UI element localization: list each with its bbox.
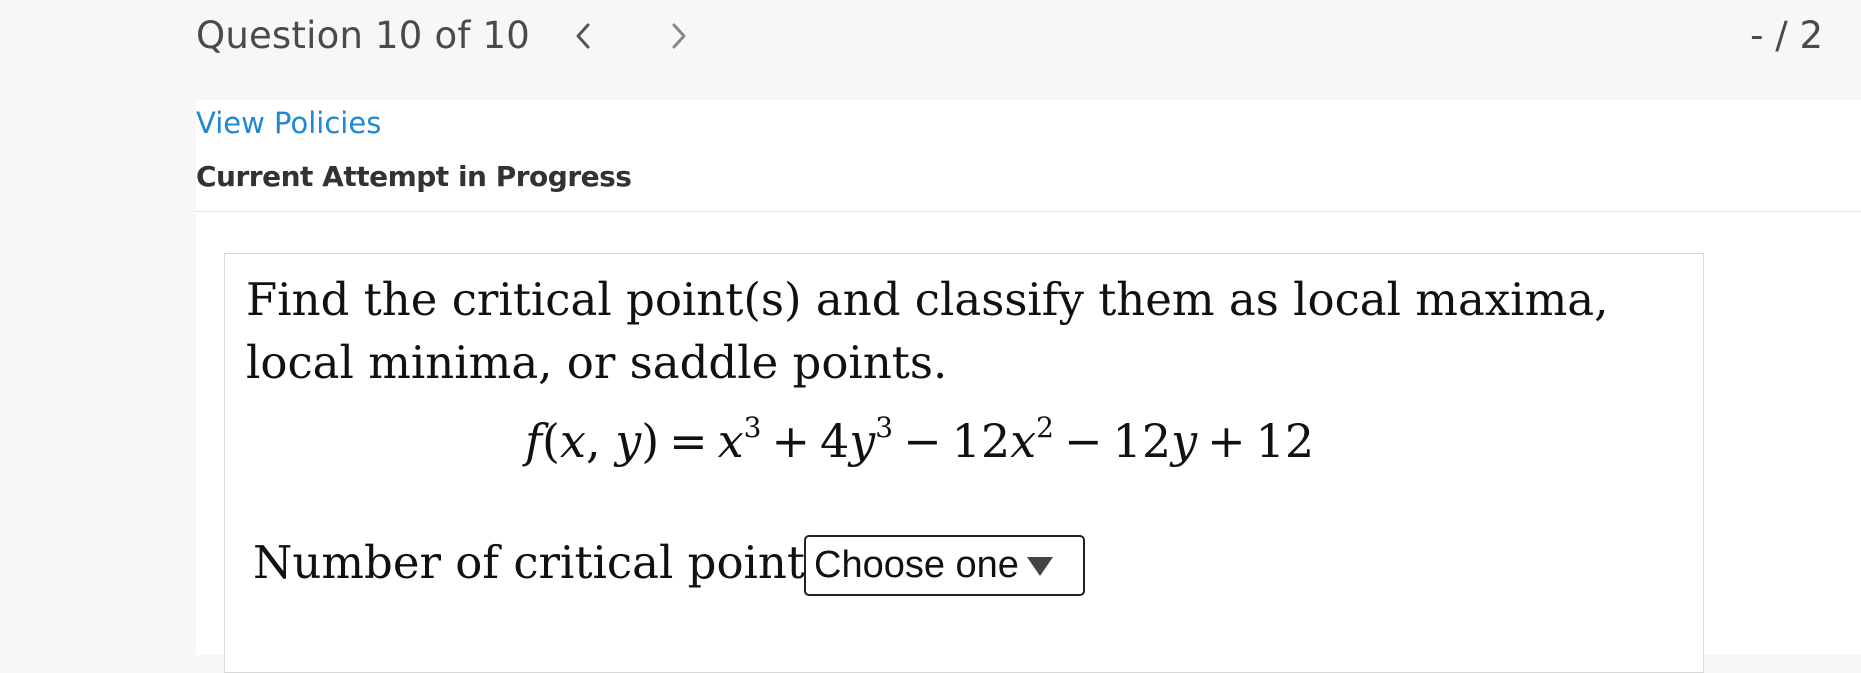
question-box: Find the critical point(s) and classify …: [224, 253, 1704, 673]
question-prompt: Find the critical point(s) and classify …: [246, 273, 1609, 389]
critical-points-label: Number of critical points:: [253, 536, 844, 589]
select-value: Choose one: [814, 544, 1019, 586]
view-policies-link[interactable]: View Policies: [196, 106, 381, 140]
question-header: Question 10 of 10 - / 2: [0, 0, 1861, 100]
next-question-button[interactable]: [664, 18, 694, 54]
chevron-right-icon: [672, 23, 686, 49]
critical-points-select[interactable]: Choose one: [804, 535, 1085, 596]
question-content: View Policies Current Attempt in Progres…: [196, 100, 1861, 673]
chevron-left-icon: [576, 23, 590, 49]
attempt-status: Current Attempt in Progress: [196, 160, 632, 193]
dropdown-triangle-icon: [1025, 554, 1055, 578]
question-counter: Question 10 of 10: [196, 14, 530, 57]
function-formula: f(x, y) = x3 +4y3−12x2−12y +12: [525, 411, 1315, 469]
score-display: - / 2: [1750, 14, 1823, 57]
divider: [196, 211, 1861, 212]
previous-question-button[interactable]: [568, 18, 598, 54]
